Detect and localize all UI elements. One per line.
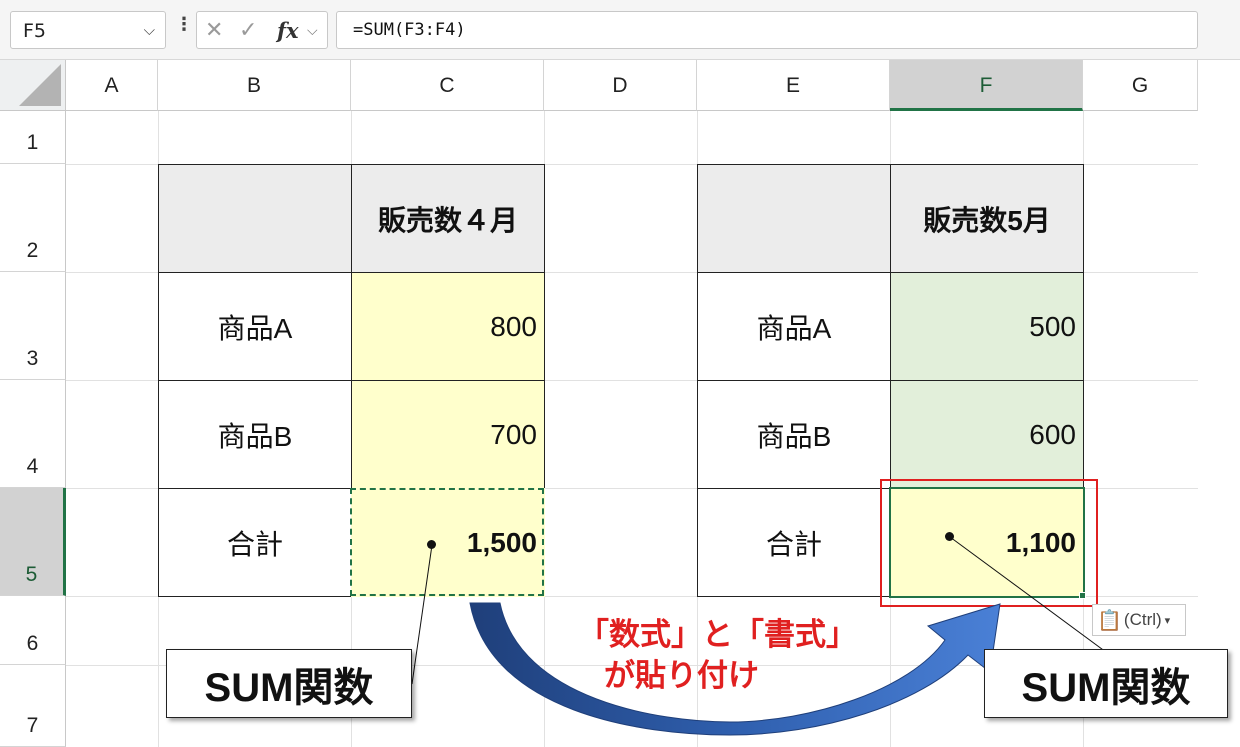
pointer-dot xyxy=(945,532,954,541)
label-text: SUM関数 xyxy=(204,665,374,710)
pointer-dot xyxy=(427,540,436,549)
caption-line-1: 「数式」と「書式」 xyxy=(578,617,857,653)
sum-function-label-right: SUM関数 xyxy=(984,649,1228,718)
label-text: SUM関数 xyxy=(1021,665,1191,710)
pointer-line xyxy=(411,544,433,685)
sum-function-label-left: SUM関数 xyxy=(166,649,412,718)
caption-line-2: が貼り付け xyxy=(604,658,759,694)
